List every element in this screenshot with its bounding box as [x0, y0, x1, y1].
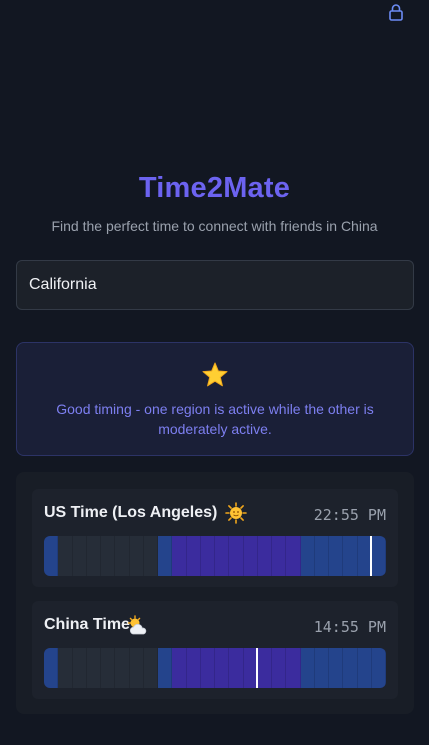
hour-segment	[158, 648, 173, 688]
timing-status-card: Good timing - one region is active while…	[16, 342, 414, 456]
app-subtitle: Find the perfect time to connect with fr…	[51, 218, 378, 234]
hour-segment	[371, 536, 386, 576]
us-current-time-marker	[369, 536, 372, 576]
sun-behind-cloud-icon	[127, 615, 147, 635]
star-icon	[202, 362, 228, 387]
hour-segment	[286, 648, 301, 688]
hour-segment	[314, 648, 329, 688]
hour-segment	[129, 648, 144, 688]
hour-segment	[86, 536, 101, 576]
hour-segment	[44, 648, 59, 688]
china-activity-timeline[interactable]	[44, 648, 386, 688]
hour-segment	[329, 648, 344, 688]
app-title: Time2Mate	[138, 172, 291, 204]
hour-segment	[329, 536, 344, 576]
hour-segment	[101, 536, 116, 576]
sun-face-icon	[225, 502, 247, 524]
hour-segment	[58, 648, 73, 688]
us-clock-label: US Time (Los Angeles)	[44, 504, 218, 521]
hour-segment	[115, 536, 130, 576]
hour-segment	[272, 536, 287, 576]
hour-segment	[58, 536, 73, 576]
us-clock-card: US Time (Los Angeles) 22:55 PM	[32, 489, 398, 587]
hour-segment	[101, 648, 116, 688]
hour-segment	[186, 536, 201, 576]
hour-segment	[229, 536, 244, 576]
hour-segment	[200, 536, 215, 576]
hour-segment	[215, 648, 230, 688]
china-clock-time: 14:55 PM	[313, 618, 386, 636]
hour-segment	[72, 536, 87, 576]
clocks-panel: US Time (Los Angeles) 22:55 PM China Tim…	[16, 472, 414, 714]
hour-segment	[86, 648, 101, 688]
hour-segment	[44, 536, 59, 576]
hour-segment	[172, 648, 187, 688]
us-clock-time: 22:55 PM	[313, 506, 386, 524]
hour-segment	[257, 648, 272, 688]
hour-segment	[129, 536, 144, 576]
hour-segment	[243, 536, 258, 576]
hour-segment	[286, 536, 301, 576]
hour-segment	[343, 536, 358, 576]
us-activity-timeline[interactable]	[44, 536, 386, 576]
china-clock-card: China Time 14:55 PM	[32, 601, 398, 699]
china-current-time-marker	[255, 648, 258, 688]
hour-segment	[300, 536, 315, 576]
hour-segment	[357, 648, 372, 688]
location-input[interactable]	[16, 260, 414, 310]
hour-segment	[143, 648, 158, 688]
hour-segment	[172, 536, 187, 576]
hour-segment	[158, 536, 173, 576]
hour-segment	[257, 536, 272, 576]
hour-segment	[200, 648, 215, 688]
hour-segment	[272, 648, 287, 688]
china-clock-label: China Time	[44, 616, 130, 633]
hour-segment	[186, 648, 201, 688]
lock-icon[interactable]	[387, 3, 405, 21]
hour-segment	[371, 648, 386, 688]
hour-segment	[343, 648, 358, 688]
hour-segment	[300, 648, 315, 688]
hour-segment	[143, 536, 158, 576]
hour-segment	[215, 536, 230, 576]
hour-segment	[229, 648, 244, 688]
timing-status-message: Good timing - one region is active while…	[56, 401, 374, 437]
hour-segment	[115, 648, 130, 688]
hour-segment	[314, 536, 329, 576]
hour-segment	[72, 648, 87, 688]
